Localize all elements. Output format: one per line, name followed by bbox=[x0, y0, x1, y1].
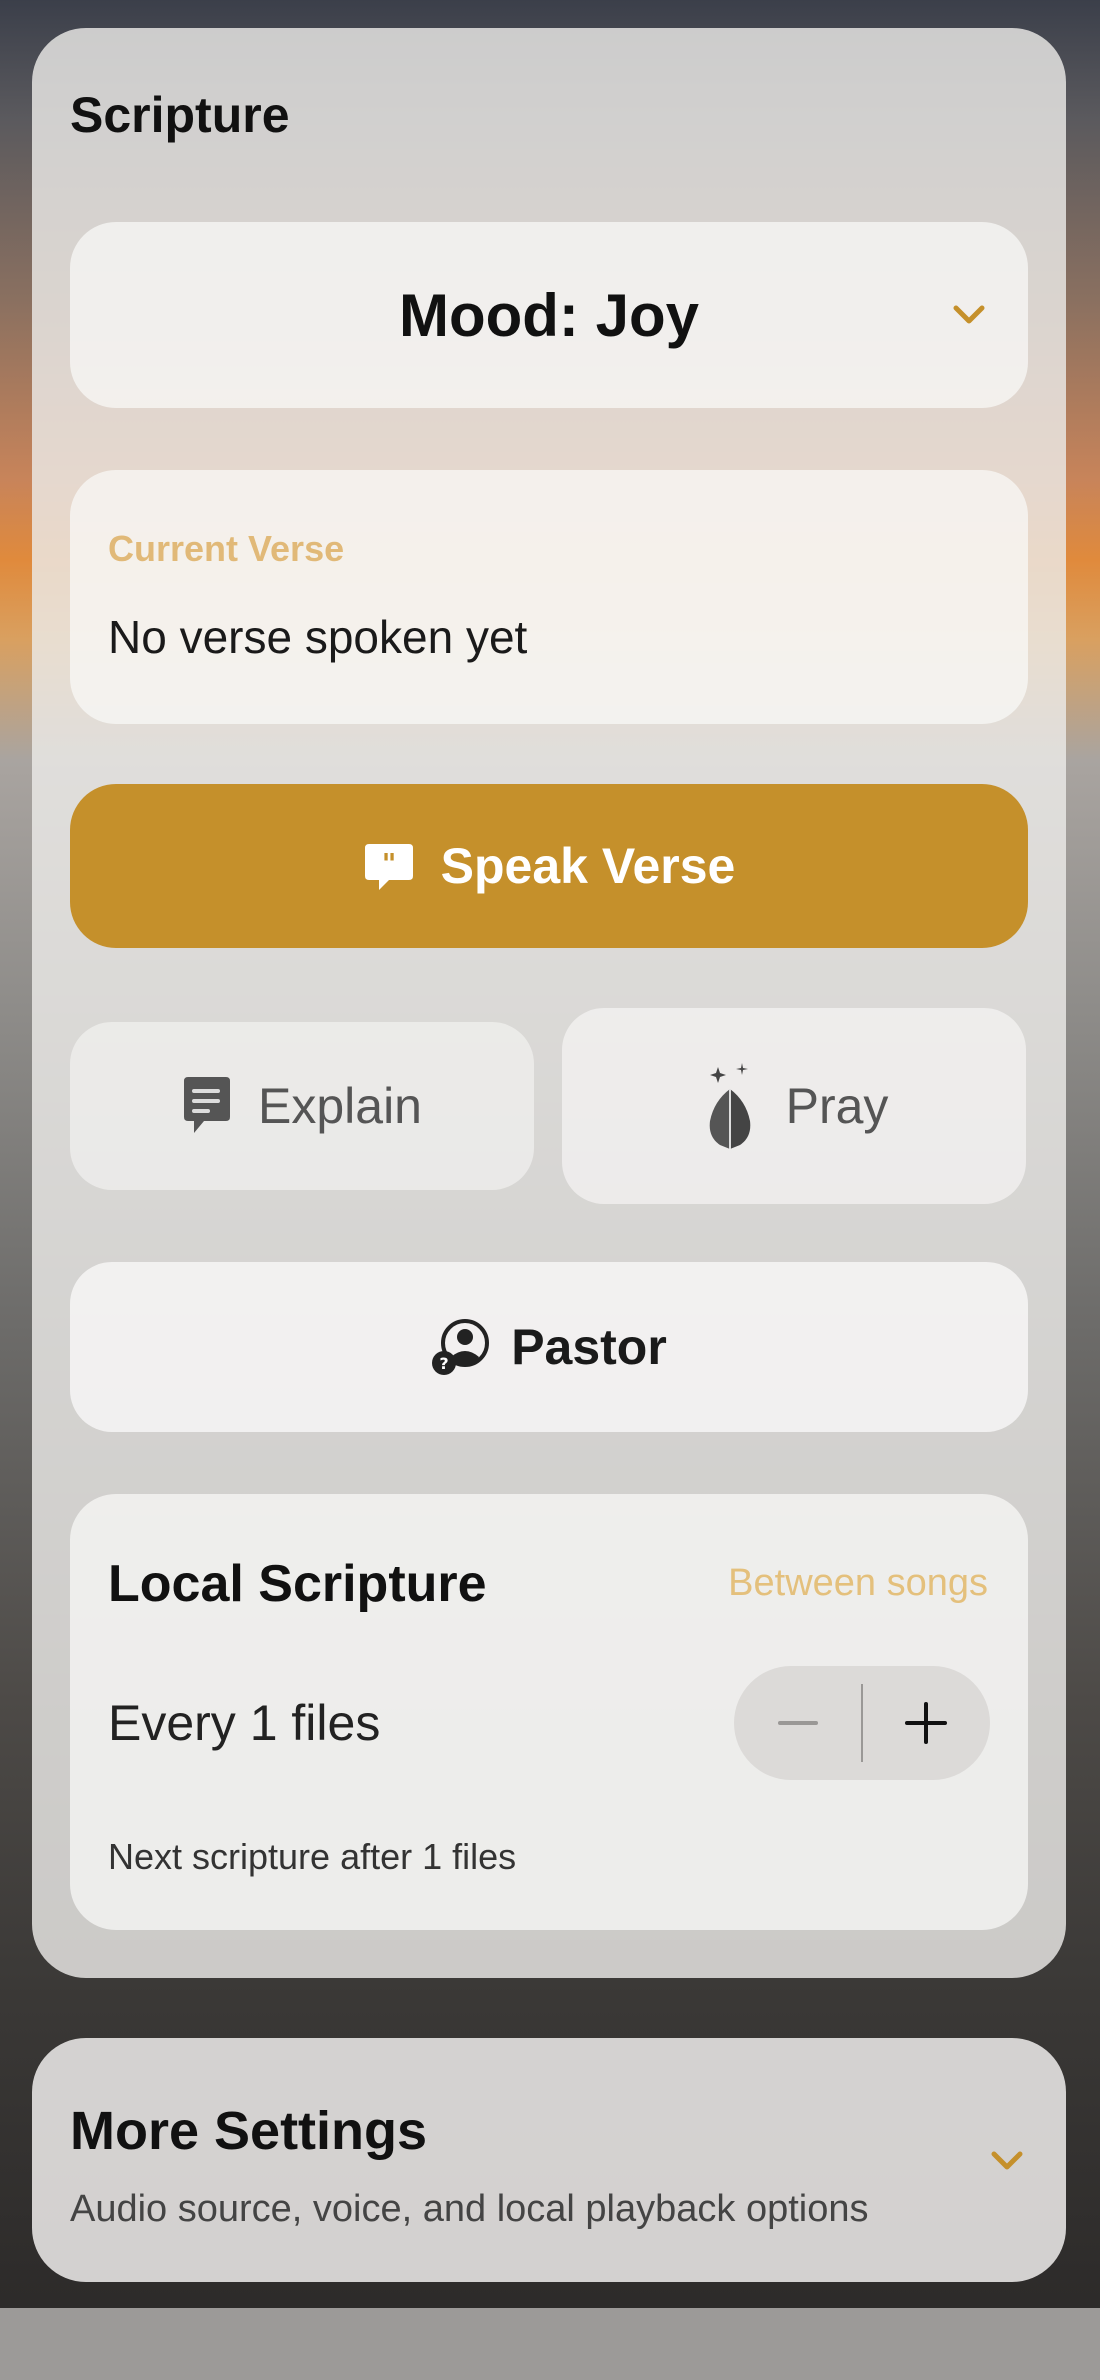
speak-verse-label: Speak Verse bbox=[440, 838, 736, 894]
panel-title: Scripture bbox=[70, 87, 290, 143]
pastor-button[interactable]: ? Pastor bbox=[70, 1262, 1028, 1432]
current-verse-card: Current Verse No verse spoken yet bbox=[70, 470, 1028, 724]
local-scripture-card: Local Scripture Between songs Every 1 fi… bbox=[70, 1494, 1028, 1930]
current-verse-label: Current Verse bbox=[108, 528, 345, 569]
chat-bubble-icon bbox=[184, 1077, 230, 1133]
interval-label: Every 1 files bbox=[108, 1695, 381, 1751]
praying-hands-icon bbox=[709, 1063, 750, 1149]
explain-button[interactable]: Explain bbox=[70, 1022, 534, 1190]
pray-button[interactable]: Pray bbox=[562, 1008, 1026, 1204]
minus-icon bbox=[778, 1721, 818, 1725]
bottom-bar bbox=[0, 2308, 1100, 2380]
current-verse-text: No verse spoken yet bbox=[108, 611, 528, 663]
interval-stepper bbox=[734, 1666, 990, 1780]
speak-verse-button[interactable]: " Speak Verse bbox=[70, 784, 1028, 948]
mood-label: Mood: Joy bbox=[399, 281, 699, 349]
plus-icon bbox=[905, 1702, 947, 1744]
svg-text:?: ? bbox=[440, 1354, 449, 1373]
next-scripture-text: Next scripture after 1 files bbox=[108, 1836, 517, 1877]
more-settings-title: More Settings bbox=[70, 2101, 428, 2161]
mood-selector[interactable]: Mood: Joy bbox=[70, 222, 1028, 408]
decrement-button[interactable] bbox=[734, 1666, 862, 1780]
more-settings-card[interactable]: More Settings Audio source, voice, and l… bbox=[32, 2038, 1066, 2282]
explain-label: Explain bbox=[258, 1078, 422, 1134]
pray-label: Pray bbox=[785, 1078, 889, 1134]
svg-text:": " bbox=[381, 847, 396, 880]
quote-bubble-icon: " bbox=[364, 844, 413, 890]
chevron-down-icon[interactable] bbox=[990, 2144, 1024, 2178]
increment-button[interactable] bbox=[862, 1666, 990, 1780]
local-scripture-mode: Between songs bbox=[728, 1562, 988, 1604]
chevron-down-icon bbox=[953, 305, 985, 324]
pastor-person-icon: ? bbox=[432, 1319, 490, 1375]
more-settings-subtitle: Audio source, voice, and local playback … bbox=[70, 2188, 869, 2230]
pastor-label: Pastor bbox=[511, 1319, 667, 1375]
local-scripture-title: Local Scripture bbox=[108, 1555, 487, 1613]
